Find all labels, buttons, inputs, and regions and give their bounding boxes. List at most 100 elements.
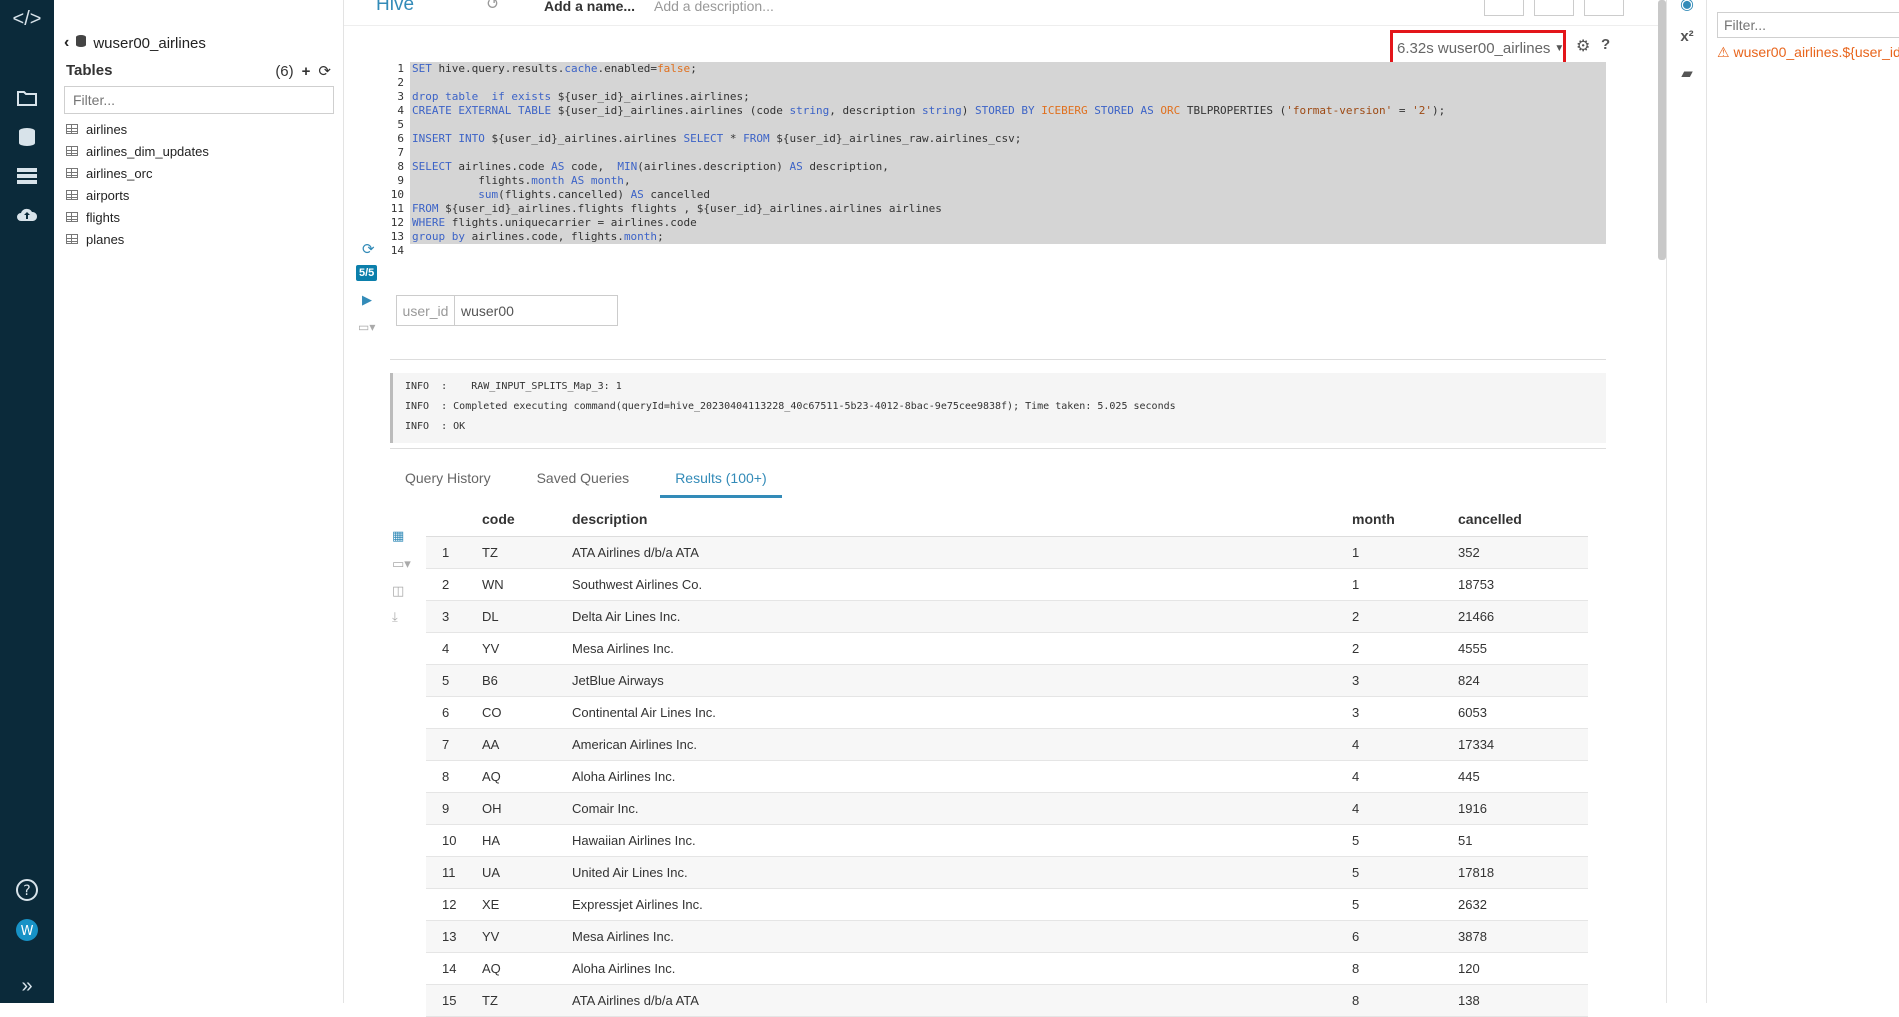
column-header[interactable]: description [556,502,1336,537]
table-row[interactable]: 4 YV Mesa Airlines Inc. 2 4555 [426,632,1588,665]
table-row[interactable]: 5 B6 JetBlue Airways 3 824 [426,664,1588,697]
query-name-field[interactable]: Add a name... [544,0,635,14]
query-description-field[interactable]: Add a description... [654,0,774,14]
history-icon[interactable]: ↺ [486,0,499,14]
table-icon [66,124,78,134]
table-cell: Aloha Airlines Inc. [556,952,1336,985]
right-assist-rail: ◉ x² ▰ [1666,0,1706,1003]
folder-icon[interactable] [0,88,54,112]
table-cell: 17334 [1442,728,1588,761]
right-assist-panel: ⚠ wuser00_airlines.${user_id [1706,0,1899,1003]
back-chevron-icon[interactable]: ‹ [64,34,69,52]
row-number: 1 [426,536,466,569]
chart-button[interactable] [1484,0,1524,16]
columns-icon[interactable]: ◫ [392,583,404,599]
results-table: code description month cancelled 1 TZ ATA … [426,502,1588,1017]
table-row[interactable]: 7 AA American Airlines Inc. 4 17334 [426,728,1588,761]
assist-icon[interactable]: ◉ [1667,0,1707,14]
tab-saved-queries[interactable]: Saved Queries [522,462,645,498]
table-item[interactable]: airports [66,184,209,206]
tables-filter-input[interactable] [64,86,334,114]
sql-editor[interactable]: 1 SET hive.query.results.cache.enabled=fa… [390,62,1606,282]
column-header[interactable]: cancelled [1442,502,1588,537]
table-cell: 445 [1442,760,1588,793]
cloud-upload-icon[interactable] [0,205,54,228]
table-item[interactable]: airlines_dim_updates [66,140,209,162]
help-icon[interactable]: ? [0,878,54,908]
code-editor-icon[interactable]: </> [0,8,54,31]
table-row[interactable]: 12 XE Expressjet Airlines Inc. 5 2632 [426,888,1588,921]
left-nav-rail: </> ? W » [0,0,54,1003]
table-row[interactable]: 9 OH Comair Inc. 4 1916 [426,792,1588,825]
column-header[interactable]: month [1336,502,1442,537]
functions-icon[interactable]: x² [1667,28,1707,45]
save-button[interactable] [1534,0,1574,16]
table-cell: CO [466,696,556,729]
table-cell: 5 [1336,856,1442,889]
table-cell: 5 [1336,888,1442,921]
table-row[interactable]: 8 AQ Aloha Airlines Inc. 4 445 [426,760,1588,793]
more-button[interactable] [1584,0,1624,16]
table-row[interactable]: 10 HA Hawaiian Airlines Inc. 5 51 [426,824,1588,857]
table-cell: YV [466,632,556,665]
table-cell: Southwest Airlines Co. [556,568,1336,601]
add-icon[interactable]: + [302,63,311,80]
database-breadcrumb[interactable]: ‹ wuser00_airlines [64,34,206,52]
jobs-icon[interactable] [0,167,54,190]
table-row[interactable]: 1 TZ ATA Airlines d/b/a ATA 1 352 [426,536,1588,569]
table-item[interactable]: airlines_orc [66,162,209,184]
parameter-value-input[interactable]: wuser00 [455,296,617,325]
database-icon[interactable] [0,127,54,153]
table-cell: Hawaiian Airlines Inc. [556,824,1336,857]
warning-message[interactable]: ⚠ wuser00_airlines.${user_id [1717,44,1899,61]
row-number: 7 [426,728,466,761]
table-row[interactable]: 15 TZ ATA Airlines d/b/a ATA 8 138 [426,984,1588,1017]
tab-query-history[interactable]: Query History [390,462,506,498]
table-cell: 8 [1336,984,1442,1017]
table-item[interactable]: planes [66,228,209,250]
download-icon[interactable]: ⤓ [392,609,398,625]
help-icon[interactable]: ? [1601,36,1610,53]
refresh-icon[interactable]: ⟳ [318,62,331,80]
table-cell: TZ [466,536,556,569]
table-cell: Mesa Airlines Inc. [556,920,1336,953]
editor-scrollbar[interactable] [1658,0,1666,260]
table-row[interactable]: 13 YV Mesa Airlines Inc. 6 3878 [426,920,1588,953]
row-number: 14 [426,952,466,985]
editor-divider[interactable] [390,359,1606,360]
row-number: 3 [426,600,466,633]
column-header[interactable]: code [466,502,556,537]
table-row[interactable]: 3 DL Delta Air Lines Inc. 2 21466 [426,600,1588,633]
table-row[interactable]: 11 UA United Air Lines Inc. 5 17818 [426,856,1588,889]
assist-panel: ‹ wuser00_airlines Tables (6) + ⟳ airlin… [54,0,344,1003]
book-icon[interactable]: ▰ [1667,64,1707,82]
table-cell: OH [466,792,556,825]
table-row[interactable]: 6 CO Continental Air Lines Inc. 3 6053 [426,696,1588,729]
table-cell: AQ [466,952,556,985]
chart-view-icon[interactable]: ▭▾ [392,556,411,572]
table-cell: 352 [1442,536,1588,569]
expand-icon[interactable]: » [0,975,54,998]
table-cell: 8 [1336,952,1442,985]
execution-log: INFO : RAW_INPUT_SPLITS_Map_3: 1 INFO : … [390,373,1606,443]
table-cell: United Air Lines Inc. [556,856,1336,889]
table-item[interactable]: flights [66,206,209,228]
row-number: 15 [426,984,466,1017]
dialect-label[interactable]: Hive [376,0,414,16]
table-row[interactable]: 14 AQ Aloha Airlines Inc. 8 120 [426,952,1588,985]
settings-gear-icon[interactable]: ⚙ [1576,36,1590,56]
table-cell: 120 [1442,952,1588,985]
tab-results[interactable]: Results (100+) [660,462,782,498]
tables-count: (6) [275,62,294,80]
snippet-book-icon[interactable]: ▭▾ [358,320,375,334]
row-number: 10 [426,824,466,857]
right-filter-input[interactable] [1717,12,1899,38]
grid-view-icon[interactable]: ▦ [392,528,404,544]
execute-play-icon[interactable]: ▶ [362,292,372,308]
user-avatar[interactable]: W [0,918,54,948]
refresh-icon[interactable]: ⟳ [362,240,375,258]
execution-info-dropdown[interactable]: 6.32s wuser00_airlines ▼ [1390,30,1566,66]
table-row[interactable]: 2 WN Southwest Airlines Co. 1 18753 [426,568,1588,601]
log-divider[interactable] [390,448,1606,449]
table-item[interactable]: airlines [66,118,209,140]
